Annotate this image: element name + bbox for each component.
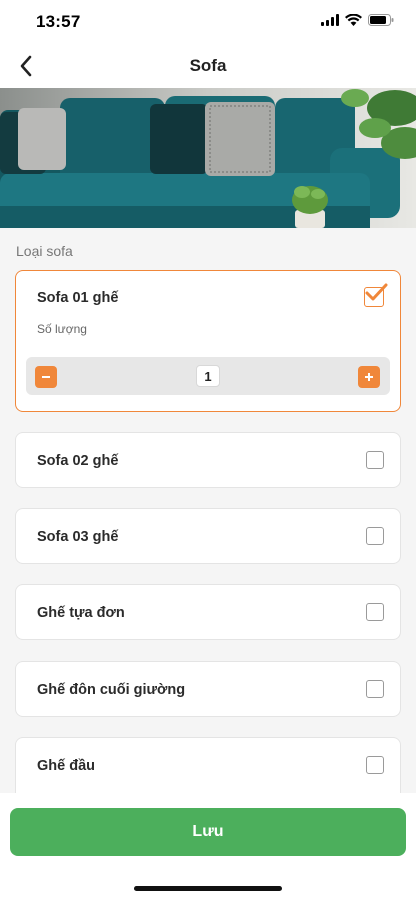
hero-image: [0, 88, 416, 228]
battery-icon: [368, 14, 394, 26]
status-time: 13:57: [36, 12, 81, 31]
nav-bar: Sofa: [0, 44, 416, 88]
option-card-sofa-02[interactable]: Sofa 02 ghế: [15, 432, 401, 488]
wifi-icon: [345, 14, 362, 26]
plus-icon: [365, 373, 373, 381]
option-card-armchair[interactable]: Ghế tựa đơn: [15, 584, 401, 640]
option-card-sofa-01[interactable]: Sofa 01 ghế Số lượng 1: [15, 270, 401, 412]
option-card-bed-end-stool[interactable]: Ghế đôn cuối giường: [15, 661, 401, 717]
section-label: Loại sofa: [16, 243, 73, 259]
quantity-stepper: 1: [26, 357, 390, 395]
bottom-bar: Lưu: [0, 793, 416, 900]
status-icons: [321, 14, 394, 26]
checkbox[interactable]: [366, 527, 384, 545]
page-title: Sofa: [189, 56, 227, 75]
checkmark-icon: [365, 283, 388, 301]
checkbox[interactable]: [366, 680, 384, 698]
checkbox[interactable]: [366, 756, 384, 774]
option-label: Sofa 01 ghế: [37, 290, 119, 306]
signal-icon: [321, 14, 339, 26]
save-button[interactable]: Lưu: [10, 808, 406, 856]
option-label: Ghế tựa đơn: [37, 605, 125, 621]
option-label: Sofa 03 ghế: [37, 529, 119, 545]
home-indicator: [134, 886, 282, 891]
option-label: Ghế đôn cuối giường: [37, 682, 186, 698]
quantity-label: Số lượng: [37, 322, 87, 336]
checkbox-checked[interactable]: [364, 283, 388, 307]
sofa-illustration: [0, 88, 416, 228]
increment-button[interactable]: [358, 366, 380, 388]
minus-icon: [42, 376, 50, 378]
status-bar: 13:57: [0, 0, 416, 44]
option-card-head-chair[interactable]: Ghế đầu: [15, 737, 401, 801]
option-card-sofa-03[interactable]: Sofa 03 ghế: [15, 508, 401, 564]
checkbox[interactable]: [366, 451, 384, 469]
decrement-button[interactable]: [35, 366, 57, 388]
option-label: Sofa 02 ghế: [37, 453, 119, 469]
checkbox[interactable]: [366, 603, 384, 621]
quantity-value[interactable]: 1: [196, 365, 220, 387]
option-label: Ghế đầu: [37, 758, 96, 774]
